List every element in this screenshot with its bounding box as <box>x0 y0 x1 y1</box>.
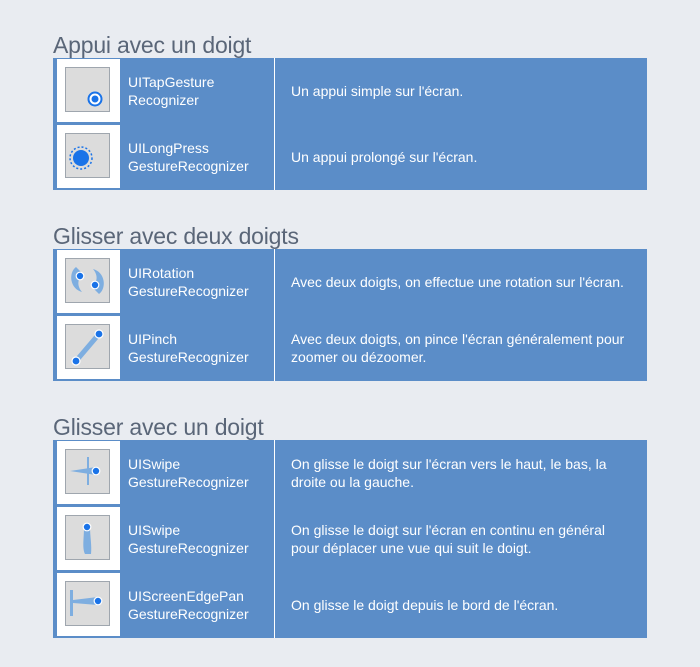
section-single-tap: Appui avec un doigt UITapGesture Recogniz… <box>53 32 647 190</box>
pinch-icon <box>65 324 110 369</box>
gesture-table: UISwipe GestureRecognizer On glisse le do… <box>53 440 647 638</box>
table-row: UILongPress GestureRecognizer Un appui pr… <box>53 124 647 190</box>
tap-icon <box>65 67 110 112</box>
column-divider <box>274 249 275 315</box>
rotation-icon <box>65 258 110 303</box>
recognizer-name: UIScreenEdgePan GestureRecognizer <box>128 588 249 622</box>
gesture-description: On glisse le doigt depuis le bord de l'é… <box>291 597 559 613</box>
column-divider <box>274 572 275 638</box>
recognizer-name: UIRotation GestureRecognizer <box>128 265 249 299</box>
gesture-description: On glisse le doigt sur l'écran en contin… <box>291 522 605 556</box>
icon-cell <box>57 125 120 188</box>
table-row: UIPinch GestureRecognizer Avec deux doigt… <box>53 315 647 381</box>
gesture-description: Un appui simple sur l'écran. <box>291 83 464 99</box>
section-one-finger-swipe: Glisser avec un doigt UISwipe GestureReco… <box>53 414 647 638</box>
gesture-table: UITapGesture Recognizer Un appui simple s… <box>53 58 647 190</box>
icon-cell <box>57 59 120 122</box>
gesture-table: UIRotation GestureRecognizer Avec deux do… <box>53 249 647 381</box>
recognizer-name: UITapGesture Recognizer <box>128 74 215 108</box>
icon-cell <box>57 441 120 504</box>
column-divider <box>274 58 275 124</box>
recognizer-name: UISwipe GestureRecognizer <box>128 456 249 490</box>
table-row: UISwipe GestureRecognizer On glisse le do… <box>53 440 647 506</box>
gesture-description: Un appui prolongé sur l'écran. <box>291 149 478 165</box>
screen-edge-pan-icon <box>65 581 110 626</box>
icon-cell <box>57 507 120 570</box>
icon-cell <box>57 573 120 636</box>
section-title: Glisser avec un doigt <box>53 414 264 440</box>
gesture-description: Avec deux doigts, on effectue une rotati… <box>291 274 624 290</box>
column-divider <box>274 315 275 381</box>
pan-icon <box>65 515 110 560</box>
column-divider <box>274 440 275 506</box>
section-two-finger: Glisser avec deux doigts UIRotation Gestu… <box>53 223 647 381</box>
recognizer-name: UILongPress GestureRecognizer <box>128 140 249 174</box>
long-press-icon <box>65 133 110 178</box>
table-row: UIRotation GestureRecognizer Avec deux do… <box>53 249 647 315</box>
table-row: UITapGesture Recognizer Un appui simple s… <box>53 58 647 124</box>
column-divider <box>274 124 275 190</box>
gesture-description: On glisse le doigt sur l'écran vers le h… <box>291 456 607 490</box>
section-title: Appui avec un doigt <box>53 32 252 58</box>
icon-cell <box>57 316 120 379</box>
icon-cell <box>57 250 120 313</box>
gesture-description: Avec deux doigts, on pince l'écran génér… <box>291 331 625 365</box>
table-row: UIScreenEdgePan GestureRecognizer On glis… <box>53 572 647 638</box>
table-row: UISwipe GestureRecognizer On glisse le do… <box>53 506 647 572</box>
recognizer-name: UIPinch GestureRecognizer <box>128 331 249 365</box>
section-title: Glisser avec deux doigts <box>53 223 299 249</box>
column-divider <box>274 506 275 572</box>
recognizer-name: UISwipe GestureRecognizer <box>128 522 249 556</box>
swipe-icon <box>65 449 110 494</box>
